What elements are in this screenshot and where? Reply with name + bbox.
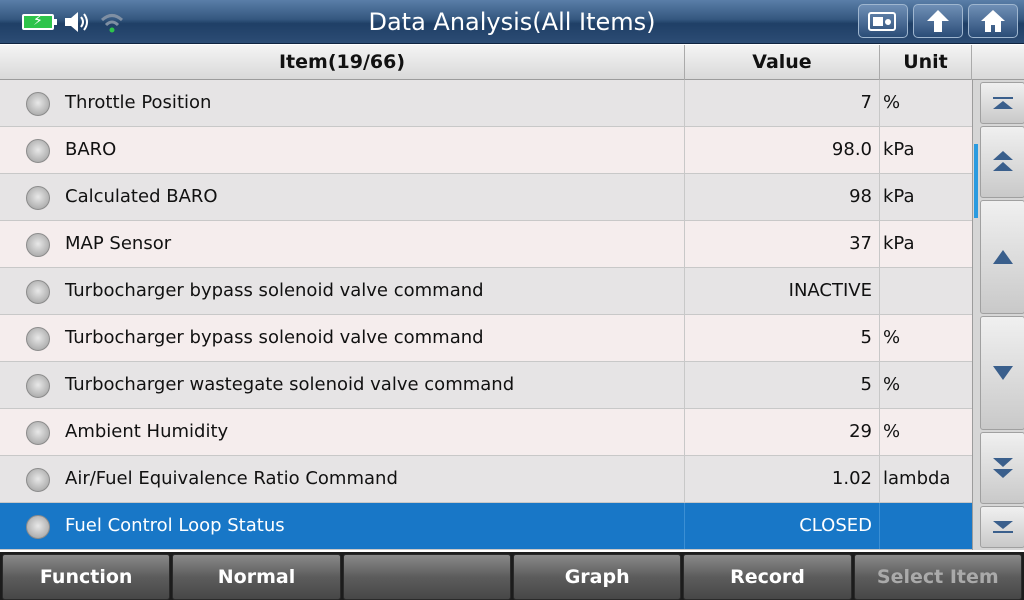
normal-button[interactable]: Normal — [172, 554, 341, 600]
scroll-bottom-button[interactable] — [980, 506, 1024, 548]
unit-cell: % — [883, 92, 901, 113]
unit-cell: kPa — [883, 139, 915, 160]
blank-button[interactable] — [342, 554, 511, 600]
item-label: Fuel Control Loop Status — [65, 515, 285, 536]
item-cell: MAP Sensor — [0, 221, 685, 267]
unit-cell: kPa — [883, 186, 915, 207]
item-label: Turbocharger bypass solenoid valve comma… — [65, 280, 484, 301]
item-label: Air/Fuel Equivalence Ratio Command — [65, 468, 398, 489]
item-label: Turbocharger wastegate solenoid valve co… — [65, 374, 515, 395]
item-cell: Air/Fuel Equivalence Ratio Command — [0, 456, 685, 502]
table-row[interactable]: Turbocharger wastegate solenoid valve co… — [0, 362, 972, 409]
page-down-icon — [992, 458, 1013, 478]
page-title: Data Analysis(All Items) — [368, 8, 656, 36]
line-down-button[interactable] — [980, 316, 1024, 430]
battery-charging-icon: ⚡ — [22, 13, 57, 30]
scroll-top-button[interactable] — [980, 82, 1024, 124]
graph-button[interactable]: Graph — [512, 554, 682, 600]
item-cell: Turbocharger bypass solenoid valve comma… — [0, 315, 685, 361]
table-row[interactable]: MAP Sensor 37 kPa — [0, 221, 972, 268]
radio-button[interactable] — [26, 374, 50, 398]
screenshot-button[interactable] — [858, 4, 908, 38]
column-header-spacer — [972, 45, 1024, 80]
radio-button[interactable] — [26, 233, 50, 257]
function-button[interactable]: Function — [2, 554, 171, 600]
item-label: Ambient Humidity — [65, 421, 229, 442]
item-label: Calculated BARO — [65, 186, 218, 207]
unit-cell — [880, 268, 972, 314]
table-row[interactable]: Throttle Position 7 % — [0, 80, 972, 127]
back-button[interactable] — [913, 4, 963, 38]
line-up-button[interactable] — [980, 200, 1024, 314]
select-item-button[interactable]: Select Item — [853, 554, 1022, 600]
scroll-bottom-icon — [992, 521, 1013, 533]
value-cell: 7 — [685, 80, 880, 126]
unit-cell: % — [883, 421, 901, 442]
item-cell: Turbocharger bypass solenoid valve comma… — [0, 268, 685, 314]
table-header: Item(19/66) Value Unit — [0, 45, 1024, 80]
radio-button[interactable] — [26, 92, 50, 116]
radio-button[interactable] — [26, 280, 50, 304]
item-label: BARO — [65, 139, 117, 160]
value-cell: 98.0 — [685, 127, 880, 173]
back-arrow-icon — [927, 10, 949, 32]
value-cell: 29 — [685, 409, 880, 455]
item-label: Throttle Position — [65, 92, 212, 113]
value-cell: 5 — [685, 362, 880, 408]
screenshot-icon — [868, 12, 896, 31]
record-button[interactable]: Record — [683, 554, 852, 600]
value-cell: 98 — [685, 174, 880, 220]
column-header-unit: Unit — [880, 45, 972, 80]
table-row[interactable]: Ambient Humidity 29 % — [0, 409, 972, 456]
radio-button[interactable] — [26, 327, 50, 351]
item-label: MAP Sensor — [65, 233, 172, 254]
scroll-top-icon — [992, 97, 1013, 109]
table-row[interactable]: Turbocharger bypass solenoid valve comma… — [0, 315, 972, 362]
home-button[interactable] — [968, 4, 1018, 38]
radio-button[interactable] — [26, 515, 50, 539]
table-row-selected[interactable]: Fuel Control Loop Status CLOSED — [0, 503, 972, 550]
status-icons: ⚡ — [22, 8, 126, 36]
item-cell: Fuel Control Loop Status — [0, 503, 685, 549]
value-cell: CLOSED — [685, 503, 880, 549]
page-up-icon — [992, 151, 1013, 171]
radio-button[interactable] — [26, 468, 50, 492]
item-cell: Ambient Humidity — [0, 409, 685, 455]
item-label: Turbocharger bypass solenoid valve comma… — [65, 327, 484, 348]
table-row[interactable]: Calculated BARO 98 kPa — [0, 174, 972, 221]
radio-button[interactable] — [26, 421, 50, 445]
item-cell: Calculated BARO — [0, 174, 685, 220]
table-row[interactable]: BARO 98.0 kPa — [0, 127, 972, 174]
unit-cell: % — [883, 374, 901, 395]
item-cell: Throttle Position — [0, 80, 685, 126]
value-cell: INACTIVE — [685, 268, 880, 314]
wifi-icon — [100, 14, 124, 33]
page-up-button[interactable] — [980, 126, 1024, 198]
unit-cell: lambda — [883, 468, 951, 489]
table-row[interactable]: Turbocharger bypass solenoid valve comma… — [0, 268, 972, 315]
page-down-button[interactable] — [980, 432, 1024, 504]
line-up-icon — [992, 250, 1013, 264]
scroll-position-indicator — [974, 144, 978, 218]
scroll-panel — [972, 80, 1024, 550]
value-cell: 1.02 — [685, 456, 880, 502]
unit-cell: kPa — [883, 233, 915, 254]
unit-cell — [880, 503, 972, 549]
radio-button[interactable] — [26, 186, 50, 210]
item-cell: Turbocharger wastegate solenoid valve co… — [0, 362, 685, 408]
data-list: Throttle Position 7 % BARO 98.0 kPa Calc… — [0, 80, 972, 550]
radio-button[interactable] — [26, 139, 50, 163]
column-header-value: Value — [685, 45, 880, 80]
bottom-toolbar: Function Normal Graph Record Select Item — [0, 552, 1024, 600]
speaker-icon — [65, 12, 88, 32]
column-header-item: Item(19/66) — [0, 45, 685, 80]
value-cell: 5 — [685, 315, 880, 361]
table-row[interactable]: Air/Fuel Equivalence Ratio Command 1.02 … — [0, 456, 972, 503]
unit-cell: % — [883, 327, 901, 348]
line-down-icon — [992, 366, 1013, 380]
home-icon — [981, 10, 1005, 32]
item-cell: BARO — [0, 127, 685, 173]
title-bar: ⚡ Data Analysis(All Items) — [0, 0, 1024, 44]
value-cell: 37 — [685, 221, 880, 267]
